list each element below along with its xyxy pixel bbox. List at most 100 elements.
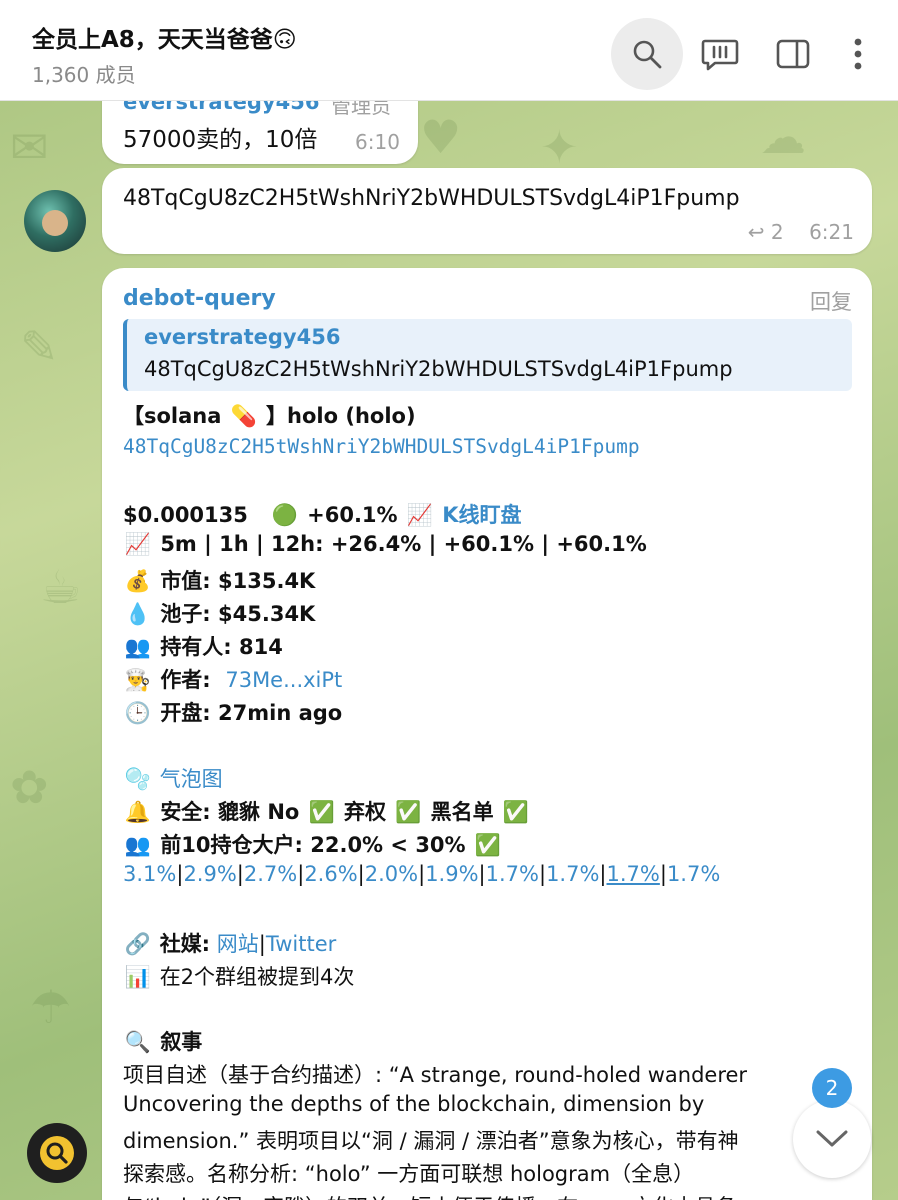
more-options-button[interactable] <box>822 18 894 90</box>
clock-icon: 🕒 <box>124 701 152 725</box>
market-cap: 市值: $135.4K <box>160 569 316 593</box>
holder-percent-link[interactable]: 1.7% <box>546 862 599 886</box>
message-bubble[interactable]: debot-query 回复 everstrategy456 48TqCgU8z… <box>102 268 872 1200</box>
message-time: 6:21 <box>809 220 854 244</box>
opened-line: 🕒 开盘: 27min ago <box>123 697 342 727</box>
timeframe-line: 📈 5m | 1h | 12h: +26.4% | +60.1% | +60.1… <box>123 532 647 557</box>
message-sender[interactable]: debot-query <box>123 286 276 311</box>
holder-percent-link[interactable]: 2.9% <box>183 862 236 886</box>
bubble-map-line: 🫧 气泡图 <box>123 763 223 793</box>
top10-holders: 前10持仓大户: 22.0% < 30% <box>160 833 466 857</box>
chart-up-icon: 📈 <box>124 532 152 556</box>
safety-honeypot: 安全: 貔貅 No <box>160 800 300 824</box>
comments-button[interactable] <box>684 18 756 90</box>
opened-time: 开盘: 27min ago <box>160 701 343 725</box>
droplet-icon: 💧 <box>124 602 152 626</box>
bubble-map-link[interactable]: 气泡图 <box>160 767 223 791</box>
holder-percent-link[interactable]: 2.6% <box>304 862 357 886</box>
people-icon: 👥 <box>124 833 152 857</box>
member-count: 1,360 成员 <box>32 63 136 87</box>
holder-percent-link[interactable]: 1.7% <box>607 862 660 886</box>
check-mark-icon: ✅ <box>308 800 335 824</box>
mentions-line: 📊 在2个群组被提到4次 <box>123 961 355 991</box>
kline-link[interactable]: K线盯盘 <box>442 503 521 527</box>
chat-header: 全员上A8，天天当爸爸🙃 1,360 成员 <box>0 0 898 101</box>
holders-count: 持有人: 814 <box>160 635 283 659</box>
timeframe-changes: 5m | 1h | 12h: +26.4% | +60.1% | +60.1% <box>160 532 647 556</box>
holder-percent-link[interactable]: 2.7% <box>244 862 297 886</box>
holder-percent-line: 3.1%|2.9%|2.7%|2.6%|2.0%|1.9%|1.7%|1.7%|… <box>123 862 721 886</box>
author-link[interactable]: 73Me...xiPt <box>225 668 342 692</box>
holder-percent-link[interactable]: 1.7% <box>667 862 720 886</box>
sidebar-toggle-button[interactable] <box>757 18 829 90</box>
message-bubble[interactable]: 48TqCgU8zC2H5tWshNriY2bWHDULSTSvdgL4iP1F… <box>102 168 872 254</box>
bell-icon: 🔔 <box>124 800 152 824</box>
comments-icon <box>701 39 739 71</box>
avatar[interactable] <box>24 190 86 252</box>
chef-icon: 👨‍🍳 <box>124 668 152 692</box>
narrative-text: 项目自述（基于合约描述）: “A strange, round-holed wa… <box>123 1063 748 1087</box>
money-bag-icon: 💰 <box>124 569 152 593</box>
magnifier-icon: 🔍 <box>124 1030 152 1054</box>
contract-address[interactable]: 48TqCgU8zC2H5tWshNriY2bWHDULSTSvdgL4iP1F… <box>123 435 640 458</box>
pill-icon: 💊 <box>230 404 257 428</box>
green-circle-icon: 🟢 <box>271 503 298 527</box>
pool-value: 池子: $45.34K <box>160 602 316 626</box>
narrative-title-line: 🔍 叙事 <box>123 1026 202 1056</box>
message-meta: ↩ 2 6:21 <box>748 220 854 244</box>
safety-blacklist: 黑名单 <box>430 800 494 824</box>
holder-percent-link[interactable]: 1.7% <box>486 862 539 886</box>
holder-percent-link[interactable]: 1.9% <box>425 862 478 886</box>
author-label: 作者: <box>160 668 211 692</box>
check-mark-icon: ✅ <box>474 833 501 857</box>
sidebar-icon <box>776 39 810 69</box>
bot-logo-icon <box>40 1136 74 1170</box>
bot-menu-button[interactable] <box>27 1123 87 1183</box>
people-icon: 👥 <box>124 635 152 659</box>
price-change: +60.1% <box>307 503 398 527</box>
message-text: 48TqCgU8zC2H5tWshNriY2bWHDULSTSvdgL4iP1F… <box>123 186 740 211</box>
mentions-text: 在2个群组被提到4次 <box>159 965 355 989</box>
link-icon: 🔗 <box>124 932 152 956</box>
narrative-text: 探索感。名称分析: “holo” 一方面可联想 hologram（全息） <box>123 1162 695 1186</box>
chevron-down-icon <box>816 1130 848 1147</box>
message-time: 6:10 <box>355 130 400 154</box>
reply-arrow-icon[interactable]: ↩ <box>748 220 765 244</box>
twitter-link[interactable]: Twitter <box>266 932 336 956</box>
check-mark-icon: ✅ <box>502 800 529 824</box>
narrative-text: Uncovering the depths of the blockchain,… <box>123 1092 705 1116</box>
unread-count-badge: 2 <box>812 1068 852 1108</box>
chat-title[interactable]: 全员上A8，天天当爸爸🙃 <box>32 20 297 54</box>
token-name: 】holo (holo) <box>266 404 416 428</box>
quote-text: 48TqCgU8zC2H5tWshNriY2bWHDULSTSvdgL4iP1F… <box>144 357 733 381</box>
reply-quote[interactable]: everstrategy456 48TqCgU8zC2H5tWshNriY2bW… <box>123 319 852 391</box>
top10-line: 👥 前10持仓大户: 22.0% < 30% ✅ <box>123 829 503 859</box>
price-value: $0.000135 <box>123 503 248 527</box>
holder-percent-link[interactable]: 3.1% <box>123 862 176 886</box>
safety-line: 🔔 安全: 貔貅 No ✅ 弃权 ✅ 黑名单 ✅ <box>123 796 531 826</box>
narrative-text: 与“hole”（洞、空隙）的双关，短小便于传播。在 ...... 文化中具备 <box>123 1191 737 1200</box>
search-button[interactable] <box>611 18 683 90</box>
website-link[interactable]: 网站 <box>217 932 259 956</box>
token-chain: 【solana <box>123 404 222 428</box>
bubbles-icon: 🫧 <box>124 767 152 791</box>
pool-line: 💧 池子: $45.34K <box>123 598 315 628</box>
author-line: 👨‍🍳 作者: 73Me...xiPt <box>123 664 342 694</box>
narrative-title: 叙事 <box>160 1030 203 1054</box>
reply-button[interactable]: 回复 <box>810 286 852 316</box>
holders-line: 👥 持有人: 814 <box>123 631 283 661</box>
search-icon <box>633 40 662 69</box>
message-text: 57000卖的，10倍 <box>123 127 318 153</box>
bar-chart-icon: 📊 <box>124 965 152 989</box>
price-line: $0.000135 🟢 +60.1% 📈 K线盯盘 <box>123 499 521 529</box>
check-mark-icon: ✅ <box>395 800 422 824</box>
reply-count[interactable]: 2 <box>771 220 784 244</box>
token-line: 【solana 💊 】holo (holo) <box>123 400 416 430</box>
holder-percent-link[interactable]: 2.0% <box>365 862 418 886</box>
more-vertical-icon <box>854 38 862 70</box>
social-line: 🔗 社媒: 网站|Twitter <box>124 932 337 956</box>
social-label: 社媒: <box>159 932 211 956</box>
scroll-to-bottom-button[interactable] <box>793 1100 871 1178</box>
market-cap-line: 💰 市值: $135.4K <box>123 565 315 595</box>
narrative-text: dimension.” 表明项目以“洞 / 漏洞 / 漂泊者”意象为核心，带有神 <box>123 1129 739 1153</box>
